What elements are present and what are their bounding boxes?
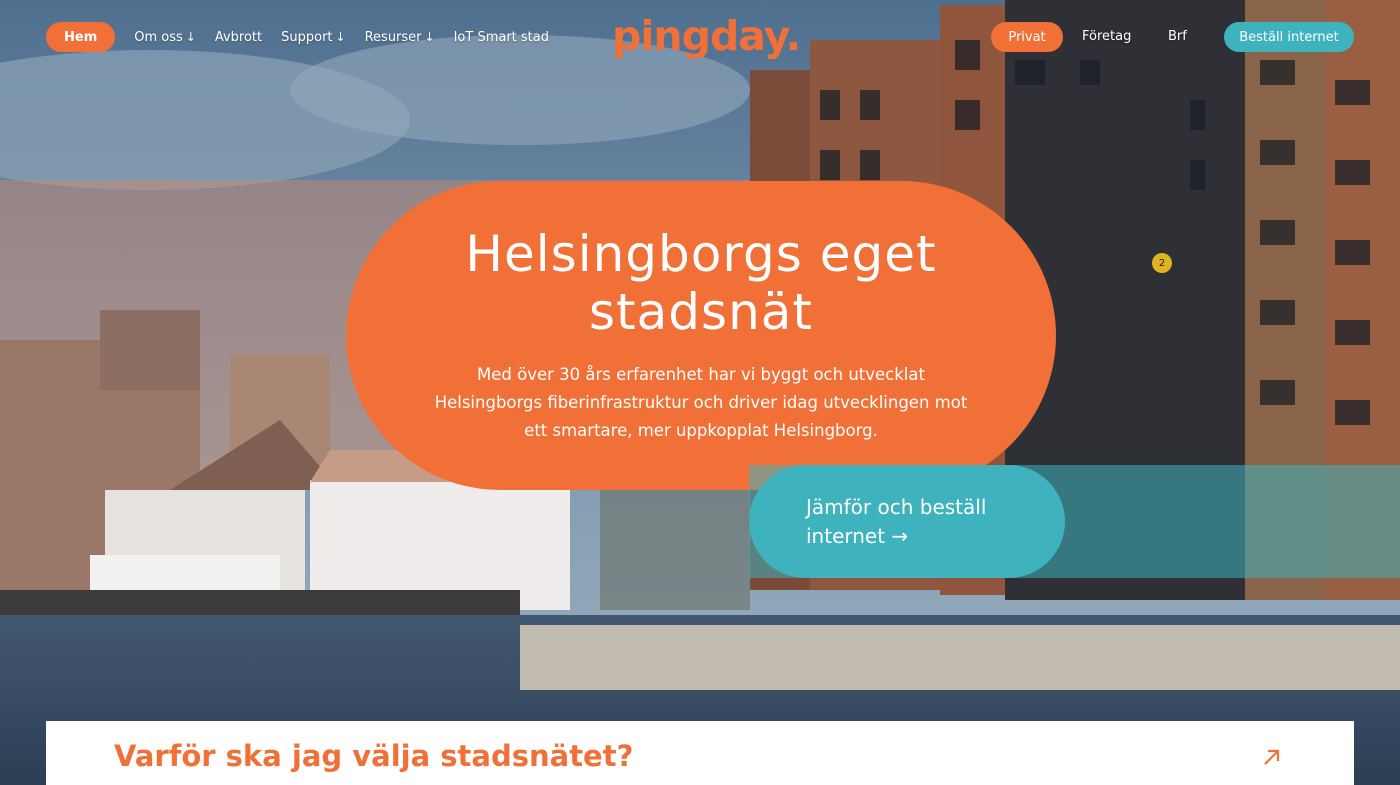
- nav-about-label: Om oss: [134, 29, 183, 45]
- why-choose-panel[interactable]: Varför ska jag välja stadsnätet?: [46, 721, 1354, 785]
- nav-outage-link[interactable]: Avbrott: [215, 30, 262, 45]
- compare-order-internet-button[interactable]: Jämför och beställ internet →: [749, 465, 1065, 578]
- arrow-up-right-icon[interactable]: [1260, 745, 1284, 769]
- hero-title-line-1: Helsingborgs eget: [465, 225, 937, 283]
- arrow-down-icon: ↓: [424, 29, 435, 44]
- nav-resources-link[interactable]: Resurser ↓: [365, 30, 435, 45]
- why-choose-title: Varför ska jag välja stadsnätet?: [114, 739, 634, 773]
- nav-iot-link[interactable]: IoT Smart stad: [454, 30, 549, 45]
- nav-about-link[interactable]: Om oss ↓: [134, 30, 196, 45]
- nav-support-label: Support: [281, 29, 333, 45]
- order-internet-button[interactable]: Beställ internet: [1224, 22, 1354, 52]
- hero-title: Helsingborgs eget stadsnät: [465, 225, 936, 341]
- hero-card: Helsingborgs eget stadsnät Med över 30 å…: [346, 181, 1056, 490]
- cta-line-2: internet →: [806, 524, 909, 548]
- pingday-logo[interactable]: pingday.: [612, 12, 801, 62]
- nav-support-link[interactable]: Support ↓: [281, 30, 345, 45]
- cta-line-1: Jämför och beställ: [806, 495, 987, 519]
- main-navigation: Hem Om oss ↓ Avbrott Support ↓ Resurser ↓ I…: [46, 22, 549, 52]
- segment-private-link[interactable]: Privat: [991, 22, 1063, 52]
- customer-segment-switcher: Privat Företag Brf: [991, 22, 1187, 52]
- nav-home-link[interactable]: Hem: [46, 22, 116, 52]
- segment-business-link[interactable]: Företag: [1082, 29, 1131, 44]
- arrow-down-icon: ↓: [335, 29, 346, 44]
- nav-resources-label: Resurser: [364, 29, 422, 45]
- hero-title-line-2: stadsnät: [588, 283, 813, 341]
- segment-brf-link[interactable]: Brf: [1168, 29, 1187, 44]
- arrow-down-icon: ↓: [185, 29, 196, 44]
- notification-badge: 2: [1152, 253, 1172, 273]
- hero-description: Med över 30 års erfarenhet har vi byggt …: [434, 365, 968, 440]
